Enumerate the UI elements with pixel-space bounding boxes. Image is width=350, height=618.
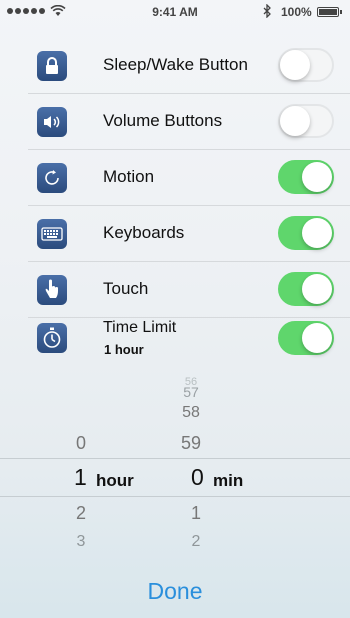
row-label: Keyboards xyxy=(103,223,185,242)
picker-minute-selected[interactable]: 0 xyxy=(191,464,204,491)
motion-toggle[interactable] xyxy=(278,160,334,194)
picker-selection-line-bottom xyxy=(0,496,350,497)
timer-icon xyxy=(37,323,67,353)
picker-hour-option[interactable]: 3 xyxy=(66,533,96,551)
row-label: Sleep/Wake Button xyxy=(103,55,248,74)
picker-minute-option[interactable]: 2 xyxy=(181,533,211,551)
time-limit-toggle[interactable] xyxy=(278,321,334,355)
status-bar: 9:41 AM 100% xyxy=(0,0,350,24)
picker-minute-option[interactable]: 57 xyxy=(176,384,206,400)
picker-minute-option[interactable]: 58 xyxy=(176,404,206,422)
sleep-wake-toggle[interactable] xyxy=(278,48,334,82)
battery-icon xyxy=(317,7,342,17)
keyboard-icon xyxy=(37,219,67,249)
keyboards-toggle[interactable] xyxy=(278,216,334,250)
hand-touch-icon xyxy=(37,275,67,305)
picker-hour-selected[interactable]: 1 xyxy=(74,464,87,491)
row-touch: Touch xyxy=(0,262,350,318)
bluetooth-icon xyxy=(263,4,271,18)
row-label: Motion xyxy=(103,167,155,186)
speaker-icon xyxy=(37,107,67,137)
touch-toggle[interactable] xyxy=(278,272,334,306)
lock-icon xyxy=(37,51,67,81)
picker-hour-option[interactable]: 2 xyxy=(66,503,96,524)
row-motion: Motion xyxy=(0,150,350,206)
picker-hour-option[interactable]: 0 xyxy=(66,433,96,454)
picker-minute-option[interactable]: 1 xyxy=(181,503,211,524)
picker-hour-unit: hour xyxy=(96,471,134,490)
row-volume-buttons: Volume Buttons xyxy=(0,94,350,150)
volume-buttons-toggle[interactable] xyxy=(278,104,334,138)
row-label: Time Limit xyxy=(103,319,177,336)
picker-minute-unit: min xyxy=(213,471,244,490)
row-keyboards: Keyboards xyxy=(0,206,350,262)
rotate-icon xyxy=(37,163,67,193)
time-limit-value: 1 hour xyxy=(104,342,144,357)
battery-percent: 100% xyxy=(281,5,312,19)
row-label: Volume Buttons xyxy=(103,111,223,130)
picker-minute-option[interactable]: 59 xyxy=(176,433,206,454)
row-time-limit: Time Limit 1 hour xyxy=(0,318,350,364)
done-button[interactable]: Done xyxy=(0,578,350,605)
picker-selection-line-top xyxy=(0,458,350,459)
row-sleep-wake: Sleep/Wake Button xyxy=(0,38,350,94)
row-label: Touch xyxy=(103,279,149,298)
